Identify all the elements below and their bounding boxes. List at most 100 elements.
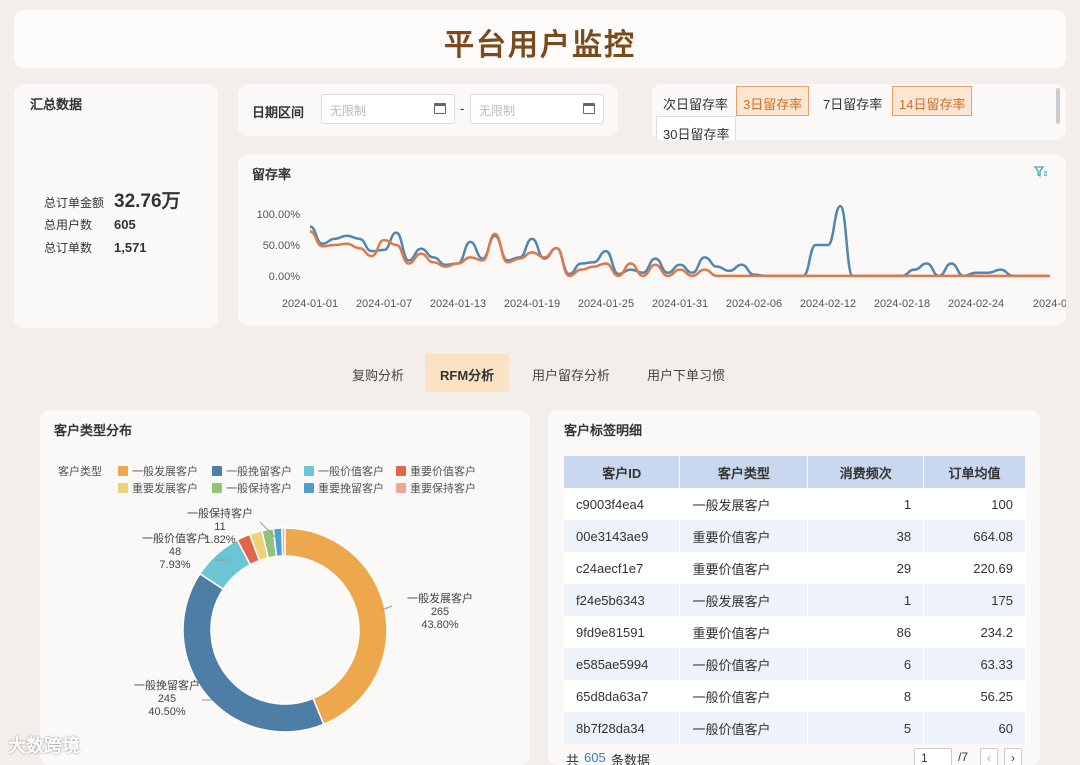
tab-order-habit[interactable]: 用户下单习惯 xyxy=(633,354,739,392)
analysis-tabs: 复购分析 RFM分析 用户留存分析 用户下单习惯 xyxy=(0,350,1080,392)
x-tick-label: 2024-0 xyxy=(1033,298,1066,310)
customer-type-card: 客户类型分布 客户类型 一般发展客户 一般挽留客户 一般价值客户 重要价值客户 重要发展… xyxy=(40,410,530,765)
table-header-row: 客户ID 客户类型 消费频次 订单均值 xyxy=(564,456,1026,488)
retention-option-7d[interactable]: 7日留存率 xyxy=(816,86,889,116)
table-cell: f24e5b6343 xyxy=(564,584,681,616)
calendar-icon[interactable] xyxy=(583,103,595,114)
x-tick-label: 2024-01-19 xyxy=(504,298,560,310)
table-cell: 一般价值客户 xyxy=(679,680,809,712)
total-prefix: 共 xyxy=(566,753,580,765)
pie-label-line: 1.82% xyxy=(204,534,236,546)
y-tick-label: 100.00% xyxy=(257,209,301,221)
tab-retention[interactable]: 用户留存分析 xyxy=(518,354,624,392)
page-total: /7 xyxy=(958,750,969,764)
end-date-placeholder: 无限制 xyxy=(479,104,516,118)
table-row[interactable]: c24aecf1e7 重要价值客户 29 220.69 xyxy=(564,552,1026,584)
table-cell: 8b7f28da34 xyxy=(564,712,681,744)
stat-label: 总订单数 xyxy=(44,241,93,255)
table-cell: 一般价值客户 xyxy=(679,712,809,744)
table-pager: 共 605 条数据 1 /7 ‹ › xyxy=(564,748,1034,765)
pie-slice-label: 一般保持客户 11 1.82% xyxy=(180,508,260,547)
calendar-icon[interactable] xyxy=(434,103,446,114)
y-tick-label: 50.00% xyxy=(263,240,301,252)
summary-heading: 汇总数据 xyxy=(30,97,83,112)
table-cell: 63.33 xyxy=(923,648,1026,680)
scrollbar[interactable] xyxy=(1056,88,1060,124)
table-title: 客户标签明细 xyxy=(564,423,643,438)
table-cell: 65d8da63a7 xyxy=(564,680,681,712)
table-row[interactable]: 9fd9e81591 重要价值客户 86 234.2 xyxy=(564,616,1026,648)
table-row[interactable]: 8b7f28da34 一般价值客户 5 60 xyxy=(564,712,1026,744)
stat-total-users: 总用户数 605 xyxy=(44,216,136,233)
table-cell: 220.69 xyxy=(923,552,1026,584)
customer-tag-card: 客户标签明细 客户ID 客户类型 消费频次 订单均值 c9003f4ea4 一般发… xyxy=(548,410,1040,765)
table-cell: 一般发展客户 xyxy=(679,584,809,616)
table-cell: 60 xyxy=(923,712,1026,744)
table-cell: 38 xyxy=(807,520,925,552)
customer-type-pie xyxy=(182,521,393,733)
chevron-right-icon[interactable]: › xyxy=(1004,748,1022,765)
chevron-left-icon[interactable]: ‹ xyxy=(980,748,998,765)
column-header[interactable]: 客户ID xyxy=(564,456,681,488)
pie-label-line: 一般挽留客户 xyxy=(134,680,200,692)
stat-total-amount: 总订单金额 32.76万 xyxy=(44,186,181,213)
retention-switch: 次日留存率 3日留存率 7日留存率 14日留存率 30日留存率 xyxy=(652,84,1066,140)
pie-label-line: 一般发展客户 xyxy=(407,593,473,605)
table-cell: 175 xyxy=(923,584,1026,616)
retention-chart-card: 留存率 100.00% 50.00% 0.00% 2024-01-01 2024-01-… xyxy=(238,154,1066,326)
column-header[interactable]: 订单均值 xyxy=(923,456,1026,488)
table-cell: 00e3143ae9 xyxy=(564,520,681,552)
date-range-label: 日期区间 xyxy=(252,105,305,120)
column-header[interactable]: 客户类型 xyxy=(679,456,809,488)
stat-label: 总用户数 xyxy=(44,218,93,232)
pie-label-line: 265 xyxy=(430,606,450,618)
page-input[interactable]: 1 xyxy=(914,748,952,765)
table-cell: 一般价值客户 xyxy=(679,648,809,680)
summary-card: 汇总数据 总订单金额 32.76万 总用户数 605 总订单数 1,571 xyxy=(14,84,218,328)
retention-option-30d[interactable]: 30日留存率 xyxy=(656,116,737,140)
brand-logo: 大数跨境 xyxy=(8,736,80,756)
pie-slice-label: 一般发展客户 265 43.80% xyxy=(395,593,485,632)
end-date-input[interactable]: 无限制 xyxy=(470,94,604,124)
total-suffix: 条数据 xyxy=(611,753,651,765)
table-cell: 1 xyxy=(807,584,925,616)
stat-value: 605 xyxy=(114,217,136,232)
tab-repurchase[interactable]: 复购分析 xyxy=(338,354,418,392)
x-tick-label: 2024-02-18 xyxy=(874,298,930,310)
pie-slice-0[interactable] xyxy=(284,527,388,726)
retention-option-14d[interactable]: 14日留存率 xyxy=(892,86,973,116)
table-cell: 56.25 xyxy=(923,680,1026,712)
stat-value: 32.76万 xyxy=(114,191,181,212)
x-tick-label: 2024-01-31 xyxy=(652,298,708,310)
title-bar: 平台用户监控 xyxy=(14,10,1066,68)
table-cell: 86 xyxy=(807,616,925,648)
series-line-0 xyxy=(309,204,1050,278)
table-cell: 234.2 xyxy=(923,616,1026,648)
x-tick-label: 2024-02-12 xyxy=(800,298,856,310)
x-tick-label: 2024-01-13 xyxy=(430,298,486,310)
table-row[interactable]: c9003f4ea4 一般发展客户 1 100 xyxy=(564,488,1026,520)
retention-option-3d[interactable]: 3日留存率 xyxy=(736,86,810,116)
table-cell: 重要价值客户 xyxy=(679,520,809,552)
table-cell: 一般发展客户 xyxy=(679,488,809,520)
table-cell: e585ae5994 xyxy=(564,648,681,680)
table-cell: 664.08 xyxy=(923,520,1026,552)
table-row[interactable]: 00e3143ae9 重要价值客户 38 664.08 xyxy=(564,520,1026,552)
pie-label-line: 7.93% xyxy=(159,559,191,571)
table-row[interactable]: e585ae5994 一般价值客户 6 63.33 xyxy=(564,648,1026,680)
table-cell: 1 xyxy=(807,488,925,520)
table-row[interactable]: 65d8da63a7 一般价值客户 8 56.25 xyxy=(564,680,1026,712)
tab-rfm[interactable]: RFM分析 xyxy=(425,354,510,392)
start-date-input[interactable]: 无限制 xyxy=(321,94,455,124)
table-cell: 6 xyxy=(807,648,925,680)
retention-option-1d[interactable]: 次日留存率 xyxy=(656,86,735,116)
x-tick-label: 2024-01-25 xyxy=(578,298,634,310)
table-cell: 重要价值客户 xyxy=(679,616,809,648)
x-tick-label: 2024-01-01 xyxy=(282,298,338,310)
column-header[interactable]: 消费频次 xyxy=(807,456,925,488)
date-range-card: 日期区间 无限制 - 无限制 xyxy=(238,84,618,136)
total-count: 605 xyxy=(584,750,606,765)
pie-slice-7[interactable] xyxy=(281,527,286,557)
pie-label-line: 43.80% xyxy=(421,619,459,631)
table-row[interactable]: f24e5b6343 一般发展客户 1 175 xyxy=(564,584,1026,616)
